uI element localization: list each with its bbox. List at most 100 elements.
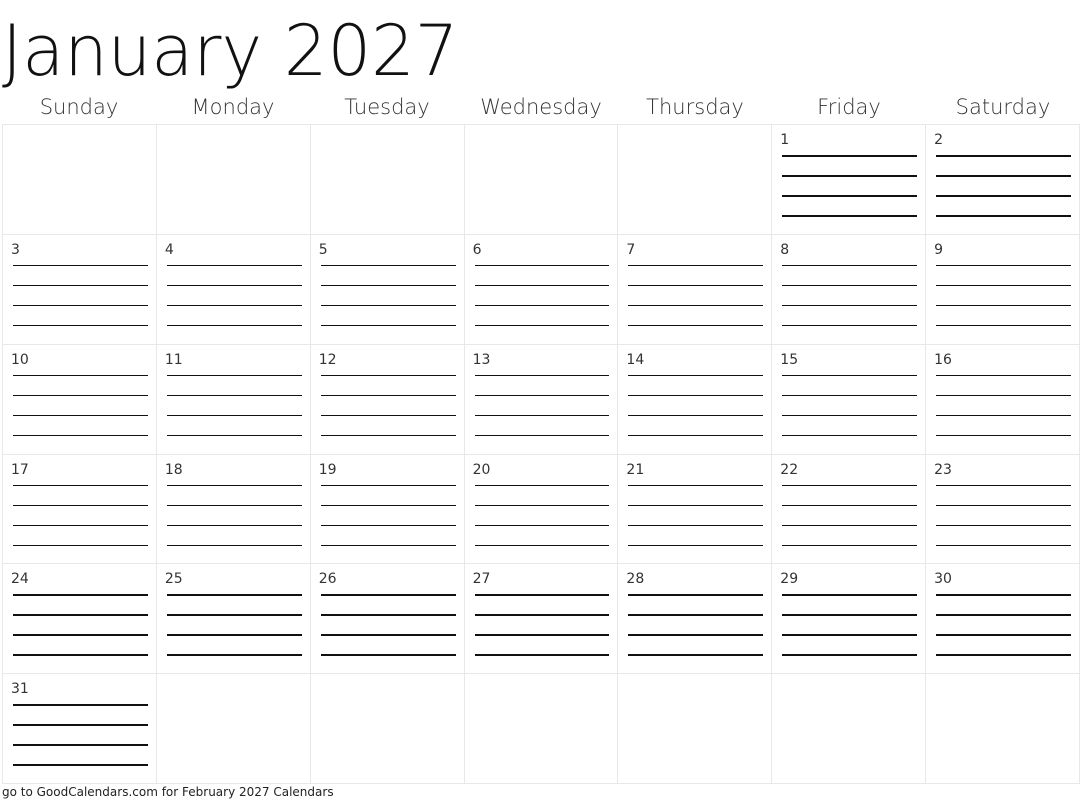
- note-line: [936, 544, 1071, 546]
- day-cell[interactable]: 21: [618, 454, 773, 565]
- note-line: [320, 634, 456, 636]
- note-line: [166, 374, 302, 377]
- note-line: [166, 484, 302, 486]
- day-number: 14: [626, 351, 645, 368]
- note-lines: [782, 484, 918, 565]
- day-number: 20: [472, 461, 491, 478]
- day-cell[interactable]: 5: [310, 234, 465, 345]
- day-cell[interactable]: 3: [3, 234, 157, 345]
- note-line: [782, 284, 918, 287]
- day-cell[interactable]: 18: [156, 454, 311, 565]
- note-lines: [936, 155, 1071, 235]
- day-cell[interactable]: 17: [3, 454, 157, 565]
- day-cell[interactable]: 1: [772, 125, 927, 235]
- note-line: [320, 484, 456, 486]
- day-cell[interactable]: 22: [772, 454, 927, 565]
- day-cell[interactable]: 30: [926, 564, 1080, 675]
- day-cell[interactable]: 7: [618, 234, 773, 345]
- note-line: [13, 744, 148, 746]
- day-cell[interactable]: 24: [3, 564, 157, 675]
- note-line: [936, 594, 1071, 596]
- note-lines: [474, 264, 610, 345]
- note-line: [166, 304, 302, 307]
- note-line: [320, 614, 456, 616]
- note-line: [936, 614, 1071, 616]
- note-line: [628, 594, 764, 596]
- day-cell[interactable]: 31: [3, 674, 157, 784]
- calendar-title: January 2027: [2, 10, 459, 92]
- note-lines: [936, 264, 1071, 345]
- day-cell[interactable]: 13: [464, 344, 619, 455]
- day-number: 27: [472, 571, 491, 588]
- day-cell[interactable]: 29: [772, 564, 927, 675]
- note-line: [936, 155, 1071, 157]
- note-line: [936, 215, 1071, 217]
- day-number: 7: [626, 241, 636, 258]
- note-line: [13, 484, 148, 486]
- note-line: [13, 284, 148, 287]
- day-cell[interactable]: 10: [3, 344, 157, 455]
- day-cell[interactable]: 20: [464, 454, 619, 565]
- note-line: [628, 324, 764, 327]
- note-line: [628, 504, 764, 506]
- day-cell[interactable]: 9: [926, 234, 1080, 345]
- note-line: [474, 524, 610, 526]
- weekday-friday: Friday: [817, 95, 881, 119]
- note-line: [320, 284, 456, 287]
- note-line: [166, 394, 302, 397]
- day-cell[interactable]: 11: [156, 344, 311, 455]
- day-cell[interactable]: 27: [464, 564, 619, 675]
- note-line: [474, 264, 610, 267]
- note-line: [320, 264, 456, 267]
- note-lines: [782, 155, 918, 235]
- day-number: 2: [934, 132, 944, 148]
- note-line: [166, 434, 302, 437]
- note-line: [474, 374, 610, 377]
- note-lines: [13, 594, 148, 674]
- day-cell[interactable]: 2: [926, 125, 1080, 235]
- note-line: [13, 634, 148, 636]
- day-cell[interactable]: 16: [926, 344, 1080, 455]
- note-line: [13, 504, 148, 506]
- note-line: [474, 544, 610, 546]
- note-line: [474, 394, 610, 397]
- day-cell[interactable]: 15: [772, 344, 927, 455]
- note-line: [628, 414, 764, 417]
- day-cell[interactable]: 26: [310, 564, 465, 675]
- day-number: 28: [626, 571, 645, 588]
- note-line: [628, 484, 764, 486]
- note-line: [782, 654, 918, 656]
- weekday-tuesday: Tuesday: [344, 95, 430, 119]
- day-cell[interactable]: 12: [310, 344, 465, 455]
- note-line: [628, 264, 764, 267]
- note-line: [320, 414, 456, 417]
- day-cell[interactable]: 25: [156, 564, 311, 675]
- note-line: [474, 414, 610, 417]
- footer-link[interactable]: go to GoodCalendars.com for February 202…: [2, 784, 334, 800]
- note-line: [782, 175, 918, 177]
- note-lines: [13, 484, 148, 565]
- note-line: [782, 304, 918, 307]
- weekday-monday: Monday: [191, 95, 275, 119]
- note-lines: [782, 374, 918, 455]
- day-cell[interactable]: 4: [156, 234, 311, 345]
- day-cell[interactable]: 19: [310, 454, 465, 565]
- note-line: [782, 195, 918, 197]
- note-line: [628, 374, 764, 377]
- note-line: [166, 264, 302, 267]
- note-line: [320, 434, 456, 437]
- day-number: 16: [934, 351, 952, 368]
- note-line: [166, 324, 302, 327]
- day-cell[interactable]: 23: [926, 454, 1080, 565]
- note-line: [628, 614, 764, 616]
- day-cell[interactable]: 14: [618, 344, 773, 455]
- note-line: [628, 434, 764, 437]
- note-line: [628, 304, 764, 307]
- note-line: [13, 264, 148, 267]
- day-cell[interactable]: 6: [464, 234, 619, 345]
- day-cell[interactable]: 8: [772, 234, 927, 345]
- day-cell[interactable]: 28: [618, 564, 773, 675]
- note-line: [13, 724, 148, 726]
- note-line: [782, 484, 918, 486]
- note-line: [320, 504, 456, 506]
